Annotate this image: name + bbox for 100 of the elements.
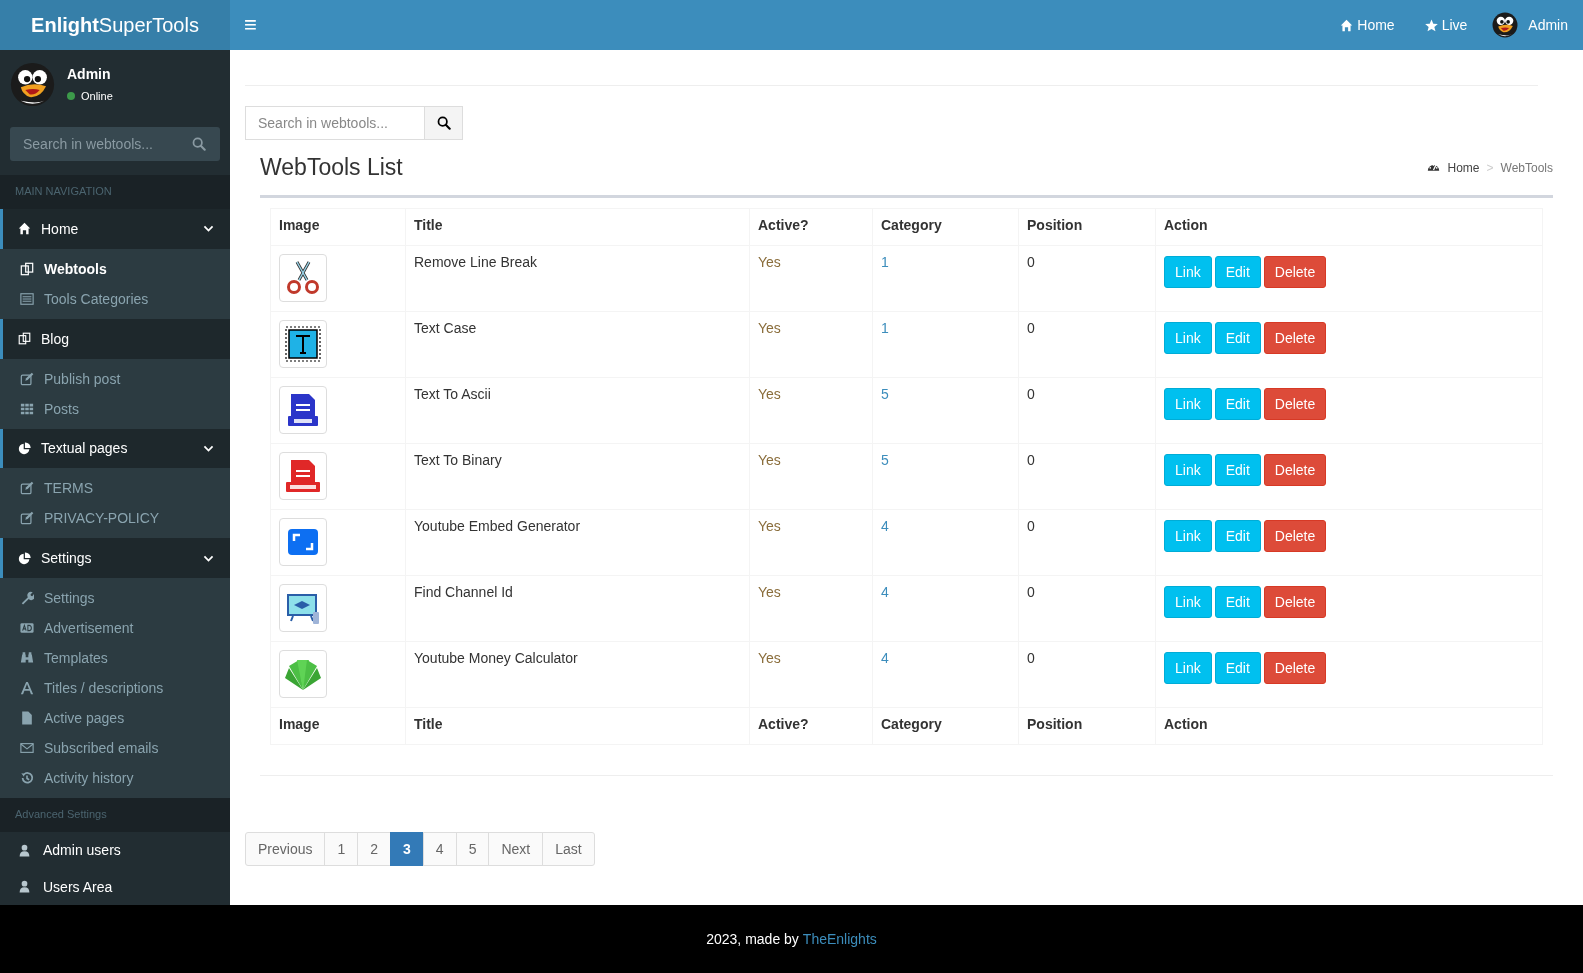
user-menu[interactable]: Admin bbox=[1482, 0, 1583, 50]
delete-button[interactable]: Delete bbox=[1263, 256, 1327, 288]
page-button[interactable]: 2 bbox=[357, 832, 392, 866]
action-button[interactable]: Link bbox=[1164, 256, 1212, 288]
action-button[interactable]: Edit bbox=[1214, 586, 1261, 618]
home-link[interactable]: Home bbox=[1325, 0, 1410, 50]
ad-icon bbox=[20, 621, 34, 636]
home-icon bbox=[1340, 18, 1354, 32]
action-button[interactable]: Link bbox=[1164, 454, 1212, 486]
table-cell: Yes bbox=[749, 377, 873, 444]
category-link[interactable]: 5 bbox=[881, 452, 889, 468]
delete-button[interactable]: Delete bbox=[1263, 652, 1327, 684]
column-header: Position bbox=[1018, 208, 1156, 246]
sidebar-item[interactable]: Blog bbox=[0, 318, 230, 359]
category-link[interactable]: 4 bbox=[881, 584, 889, 600]
page-button[interactable]: Next bbox=[488, 832, 544, 866]
page-button[interactable]: 5 bbox=[455, 832, 490, 866]
table-cell: Yes bbox=[749, 509, 873, 576]
action-button[interactable]: Edit bbox=[1214, 454, 1261, 486]
column-footer: Active? bbox=[749, 707, 873, 745]
search-button[interactable] bbox=[425, 106, 463, 140]
sidebar-subitem[interactable]: Webtools bbox=[0, 253, 230, 284]
action-button[interactable]: Link bbox=[1164, 586, 1212, 618]
breadcrumb-separator: > bbox=[1486, 160, 1494, 175]
list-icon bbox=[20, 291, 34, 306]
table-cell: 0 bbox=[1018, 245, 1156, 312]
edit-icon bbox=[20, 511, 34, 526]
user-icon bbox=[18, 880, 31, 894]
action-button[interactable]: Link bbox=[1164, 652, 1212, 684]
action-button[interactable]: Edit bbox=[1214, 388, 1261, 420]
page-button[interactable]: Previous bbox=[245, 832, 326, 866]
table-cell: Yes bbox=[749, 641, 873, 708]
column-header: Active? bbox=[749, 208, 873, 246]
sidebar-item[interactable]: Home bbox=[0, 209, 230, 249]
sidebar-item[interactable]: Textual pages bbox=[0, 428, 230, 469]
delete-button[interactable]: Delete bbox=[1263, 586, 1327, 618]
action-button[interactable]: Link bbox=[1164, 388, 1212, 420]
star-icon bbox=[1424, 18, 1438, 32]
sidebar-subitem[interactable]: Active pages bbox=[0, 703, 230, 734]
breadcrumb-link[interactable]: Home bbox=[1447, 160, 1480, 175]
table-cell: Text To Binary bbox=[405, 443, 750, 510]
delete-button[interactable]: Delete bbox=[1263, 388, 1327, 420]
table-cell: Yes bbox=[749, 575, 873, 642]
category-link[interactable]: 4 bbox=[881, 518, 889, 534]
page-button[interactable]: 4 bbox=[422, 832, 457, 866]
action-button[interactable]: Edit bbox=[1214, 256, 1261, 288]
category-link[interactable]: 4 bbox=[881, 650, 889, 666]
page-button[interactable]: 3 bbox=[390, 832, 424, 866]
breadcrumb-current: WebTools bbox=[1500, 160, 1553, 175]
history-icon bbox=[20, 771, 34, 786]
envelope-icon bbox=[20, 741, 34, 756]
sidebar-subitem[interactable]: Activity history bbox=[0, 763, 230, 794]
action-button[interactable]: Edit bbox=[1214, 322, 1261, 354]
table-cell: 0 bbox=[1018, 311, 1156, 378]
category-link[interactable]: 1 bbox=[881, 254, 889, 270]
search-icon bbox=[436, 116, 451, 130]
column-header: Title bbox=[405, 208, 750, 246]
copy-icon bbox=[20, 261, 34, 276]
sidebar-subitem[interactable]: Settings bbox=[0, 583, 230, 614]
sidebar-subitem[interactable]: Subscribed emails bbox=[0, 733, 230, 764]
category-link[interactable]: 5 bbox=[881, 386, 889, 402]
table-cell: Yes bbox=[749, 311, 873, 378]
category-link[interactable]: 1 bbox=[881, 320, 889, 336]
pie-chart-icon bbox=[18, 441, 31, 455]
sidebar-subitem[interactable]: Tools Categories bbox=[0, 283, 230, 314]
menu-toggle-button[interactable]: ≡ bbox=[230, 0, 271, 50]
sidebar-subitem[interactable]: Posts bbox=[0, 393, 230, 424]
column-footer: Position bbox=[1018, 707, 1156, 745]
sidebar-item[interactable]: Settings bbox=[0, 538, 230, 579]
sidebar-subitem[interactable]: TERMS bbox=[0, 473, 230, 504]
sidebar-subitem[interactable]: PRIVACY-POLICY bbox=[0, 503, 230, 534]
action-button[interactable]: Edit bbox=[1214, 520, 1261, 552]
page-button[interactable]: Last bbox=[542, 832, 595, 866]
table-cell: 0 bbox=[1018, 443, 1156, 510]
search-field[interactable]: Search in webtools... bbox=[245, 106, 425, 140]
sidebar-subitem[interactable]: Templates bbox=[0, 643, 230, 674]
sidebar-subitem[interactable]: Advertisement bbox=[0, 613, 230, 644]
pie-chart-icon bbox=[18, 551, 31, 565]
action-button[interactable]: Link bbox=[1164, 322, 1212, 354]
delete-button[interactable]: Delete bbox=[1263, 322, 1327, 354]
column-footer: Category bbox=[872, 707, 1019, 745]
avatar-icon bbox=[1492, 12, 1519, 38]
delete-button[interactable]: Delete bbox=[1263, 454, 1327, 486]
delete-button[interactable]: Delete bbox=[1263, 520, 1327, 552]
page-button[interactable]: 1 bbox=[324, 832, 359, 866]
file-icon bbox=[20, 711, 34, 726]
table-cell: Text To Ascii bbox=[405, 377, 750, 444]
footer-link[interactable]: TheEnlights bbox=[802, 931, 877, 947]
table-cell: 0 bbox=[1018, 575, 1156, 642]
action-button[interactable]: Edit bbox=[1214, 652, 1261, 684]
app-logo[interactable]: EnlightSuperTools bbox=[0, 0, 230, 50]
wrench-icon bbox=[20, 591, 34, 606]
footer-text: 2023, made by bbox=[706, 931, 799, 947]
live-link[interactable]: Live bbox=[1409, 0, 1483, 50]
sidebar-subitem[interactable]: Publish post bbox=[0, 363, 230, 394]
font-icon bbox=[20, 681, 34, 696]
table-cell: Youtube Embed Generator bbox=[405, 509, 750, 576]
home-icon bbox=[18, 222, 31, 236]
sidebar-subitem[interactable]: Titles / descriptions bbox=[0, 673, 230, 704]
action-button[interactable]: Link bbox=[1164, 520, 1212, 552]
